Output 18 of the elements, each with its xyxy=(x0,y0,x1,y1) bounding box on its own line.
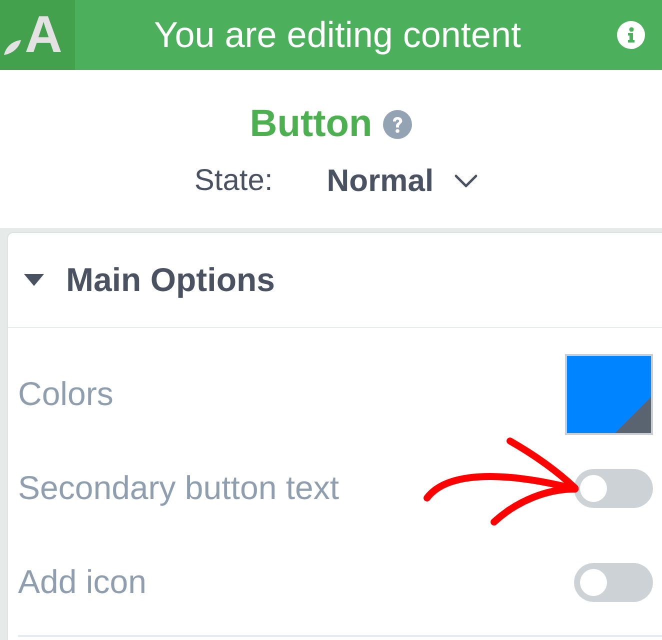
widget-title: Button xyxy=(250,103,372,145)
toggle-switch[interactable] xyxy=(574,562,653,602)
section-header[interactable]: Main Options xyxy=(8,233,662,328)
logo-letter: A xyxy=(24,9,62,61)
option-label: Secondary button text xyxy=(18,468,340,508)
chevron-down-icon xyxy=(454,174,478,188)
state-label: State: xyxy=(194,164,273,198)
state-dropdown[interactable]: Normal xyxy=(326,164,478,198)
leaf-icon xyxy=(3,39,22,56)
info-icon[interactable] xyxy=(617,21,645,49)
header-title: You are editing content xyxy=(154,13,521,57)
toggle-switch[interactable] xyxy=(574,468,653,508)
help-icon[interactable] xyxy=(383,110,412,138)
option-label: Add icon xyxy=(18,562,146,602)
toggle-knob-icon xyxy=(580,474,607,502)
option-label: Colors xyxy=(18,374,114,414)
toggle-knob-icon xyxy=(580,568,607,596)
color-swatch[interactable] xyxy=(565,354,653,434)
